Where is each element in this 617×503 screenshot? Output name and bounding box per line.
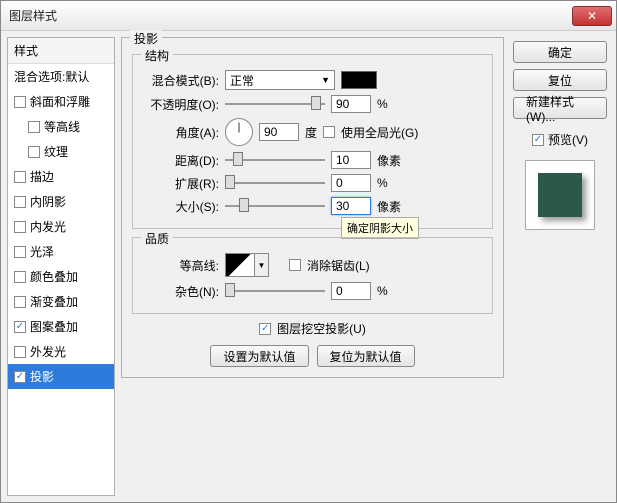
sidebar-item-gradient-overlay[interactable]: 渐变叠加 [8,289,114,314]
spread-input[interactable]: 0 [331,174,371,192]
opacity-input[interactable]: 90 [331,95,371,113]
checkbox-icon[interactable] [14,171,26,183]
noise-unit: % [377,284,388,298]
structure-group: 结构 混合模式(B): 正常 ▼ 不透明度(O): [132,54,493,229]
drop-shadow-panel: 投影 结构 混合模式(B): 正常 ▼ [121,37,504,378]
checkbox-icon[interactable]: ✓ [14,371,26,383]
distance-slider[interactable] [225,152,325,168]
ok-button[interactable]: 确定 [513,41,607,63]
sidebar-item-color-overlay[interactable]: 颜色叠加 [8,264,114,289]
shadow-color-swatch[interactable] [341,71,377,89]
global-light-checkbox[interactable] [323,126,335,138]
chevron-down-icon[interactable]: ▼ [255,253,269,277]
noise-slider[interactable] [225,283,325,299]
size-label: 大小(S): [141,198,219,215]
sidebar-item-texture[interactable]: 纹理 [8,139,114,164]
checkbox-icon[interactable] [14,196,26,208]
spread-slider[interactable] [225,175,325,191]
checkbox-icon[interactable] [14,246,26,258]
checkbox-icon[interactable] [14,271,26,283]
size-unit: 像素 [377,198,401,215]
titlebar: 图层样式 ✕ [1,1,616,31]
blend-mode-select[interactable]: 正常 ▼ [225,70,335,90]
size-input[interactable]: 30 [331,197,371,215]
preview-box [525,160,595,230]
antialias-checkbox[interactable] [289,259,301,271]
preview-checkbox[interactable]: ✓ [532,134,544,146]
sidebar-item-stroke[interactable]: 描边 [8,164,114,189]
window-title: 图层样式 [9,7,572,24]
angle-input[interactable]: 90 [259,123,299,141]
size-slider[interactable] [225,198,325,214]
checkbox-icon[interactable] [14,96,26,108]
distance-unit: 像素 [377,152,401,169]
spread-label: 扩展(R): [141,175,219,192]
new-style-button[interactable]: 新建样式(W)... [513,97,607,119]
checkbox-icon[interactable] [14,221,26,233]
sidebar-item-satin[interactable]: 光泽 [8,239,114,264]
contour-picker[interactable] [225,253,255,277]
contour-label: 等高线: [141,257,219,274]
noise-label: 杂色(N): [141,283,219,300]
sidebar-item-inner-glow[interactable]: 内发光 [8,214,114,239]
blend-mode-label: 混合模式(B): [141,72,219,89]
cancel-button[interactable]: 复位 [513,69,607,91]
size-tooltip: 确定阴影大小 [341,217,419,239]
sidebar-header: 样式 [8,38,114,64]
angle-unit: 度 [305,124,317,141]
close-button[interactable]: ✕ [572,6,612,26]
sidebar-item-inner-shadow[interactable]: 内阴影 [8,189,114,214]
set-default-button[interactable]: 设置为默认值 [210,345,308,367]
opacity-slider[interactable] [225,96,325,112]
layer-style-dialog: 图层样式 ✕ 样式 混合选项:默认 斜面和浮雕 等高线 纹理 描边 内阴影 内发… [0,0,617,503]
sidebar-item-drop-shadow[interactable]: ✓投影 [8,364,114,389]
chevron-down-icon: ▼ [321,75,330,85]
opacity-unit: % [377,97,388,111]
panel-title: 投影 [130,30,162,47]
angle-label: 角度(A): [141,124,219,141]
sidebar-item-contour[interactable]: 等高线 [8,114,114,139]
reset-default-button[interactable]: 复位为默认值 [317,345,415,367]
checkbox-icon[interactable] [28,146,40,158]
structure-title: 结构 [141,47,173,64]
styles-sidebar: 样式 混合选项:默认 斜面和浮雕 等高线 纹理 描边 内阴影 内发光 光泽 颜色… [7,37,115,496]
preview-label: 预览(V) [548,131,588,148]
knockout-label: 图层挖空投影(U) [277,320,366,337]
distance-label: 距离(D): [141,152,219,169]
noise-input[interactable]: 0 [331,282,371,300]
checkbox-icon[interactable] [14,346,26,358]
spread-unit: % [377,176,388,190]
checkbox-icon[interactable] [28,121,40,133]
knockout-checkbox[interactable]: ✓ [259,323,271,335]
preview-swatch [538,173,582,217]
sidebar-item-pattern-overlay[interactable]: ✓图案叠加 [8,314,114,339]
angle-dial[interactable] [225,118,253,146]
sidebar-blend-defaults[interactable]: 混合选项:默认 [8,64,114,89]
checkbox-icon[interactable] [14,296,26,308]
checkbox-icon[interactable]: ✓ [14,321,26,333]
sidebar-item-bevel[interactable]: 斜面和浮雕 [8,89,114,114]
sidebar-item-outer-glow[interactable]: 外发光 [8,339,114,364]
distance-input[interactable]: 10 [331,151,371,169]
opacity-label: 不透明度(O): [141,96,219,113]
global-light-label: 使用全局光(G) [341,124,418,141]
quality-group: 品质 等高线: ▼ 消除锯齿(L) 杂色(N): [132,237,493,314]
antialias-label: 消除锯齿(L) [307,257,370,274]
close-icon: ✕ [587,9,597,23]
quality-title: 品质 [141,230,173,247]
right-panel: 确定 复位 新建样式(W)... ✓ 预览(V) [510,37,610,496]
